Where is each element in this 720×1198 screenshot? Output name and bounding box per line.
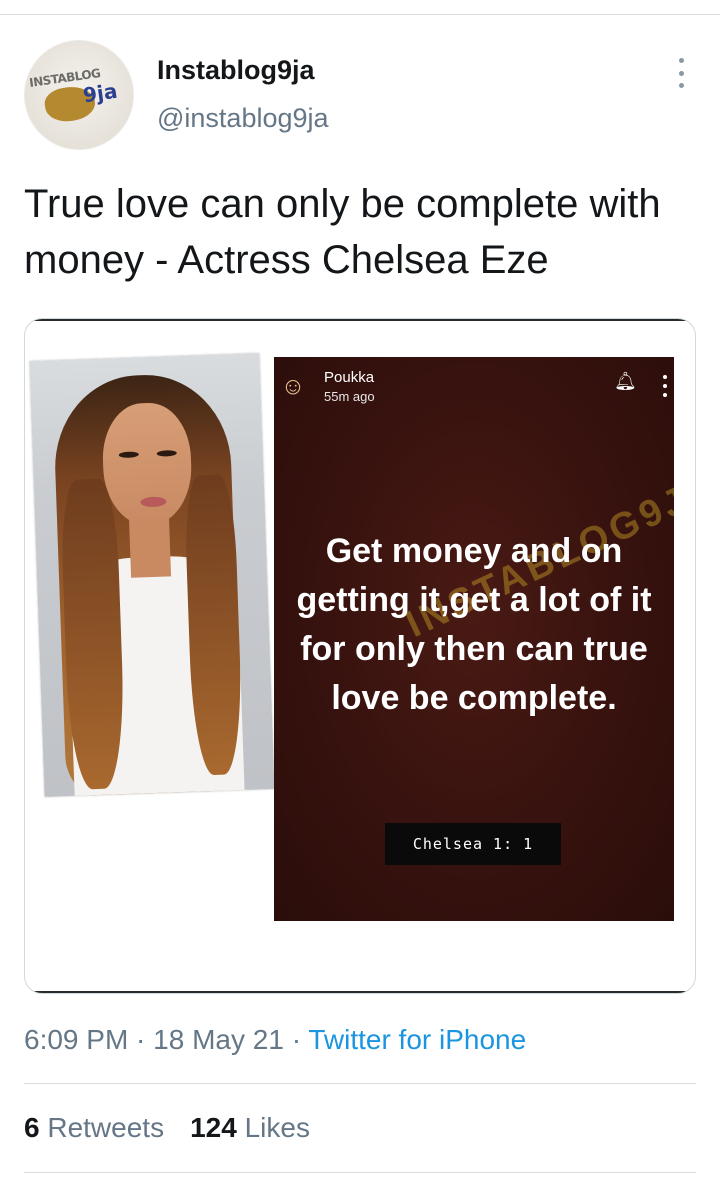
engagement-counts: 6 Retweets 124 Likes [24, 1108, 310, 1148]
divider [24, 1083, 696, 1084]
tweet-date[interactable]: 18 May 21 [153, 1024, 284, 1055]
media-bottom-border [25, 991, 695, 993]
tweet-media[interactable]: ☺ Poukka 55m ago 🔔︎ INSTABLOG9JA Get mon… [24, 318, 696, 994]
more-vertical-icon[interactable] [674, 58, 688, 88]
like-count: 124 [190, 1112, 237, 1143]
avatar[interactable]: INSTABLOG 9ja [24, 40, 134, 150]
top-divider [0, 14, 720, 15]
divider [24, 1172, 696, 1173]
bell-icon: 🔔︎ [614, 371, 637, 391]
tweet-source-link[interactable]: Twitter for iPhone [308, 1024, 526, 1055]
story-tag: Chelsea 1: 1 [385, 823, 561, 865]
tweet-meta: 6:09 PM · 18 May 21 · Twitter for iPhone [24, 1020, 526, 1060]
story-quote: Get money and on getting it,get a lot of… [296, 532, 652, 717]
display-name[interactable]: Instablog9ja [157, 55, 315, 86]
tweet-text: True love can only be complete with mone… [24, 182, 661, 282]
photo-neck [128, 516, 172, 578]
story-time: 55m ago [324, 389, 375, 404]
avatar-logo-num: 9ja [81, 78, 119, 108]
retweet-count: 6 [24, 1112, 40, 1143]
story-screenshot: ☺ Poukka 55m ago 🔔︎ INSTABLOG9JA Get mon… [274, 357, 674, 921]
actress-photo [29, 353, 275, 797]
meta-separator: · [128, 1024, 154, 1055]
media-top-border [25, 319, 695, 321]
meta-separator: · [283, 1024, 309, 1055]
likes-stat[interactable]: 124 Likes [190, 1112, 310, 1143]
retweets-stat[interactable]: 6 Retweets [24, 1112, 164, 1143]
story-more-icon [662, 375, 668, 397]
likes-label: Likes [244, 1112, 310, 1143]
user-handle[interactable]: @instablog9ja [157, 103, 329, 134]
tweet-header: INSTABLOG 9ja Instablog9ja @instablog9ja [24, 40, 696, 150]
tweet-time[interactable]: 6:09 PM [24, 1024, 128, 1055]
retweets-label: Retweets [47, 1112, 165, 1143]
story-username: Poukka [324, 369, 375, 386]
story-avatar-icon: ☺ [280, 373, 306, 400]
